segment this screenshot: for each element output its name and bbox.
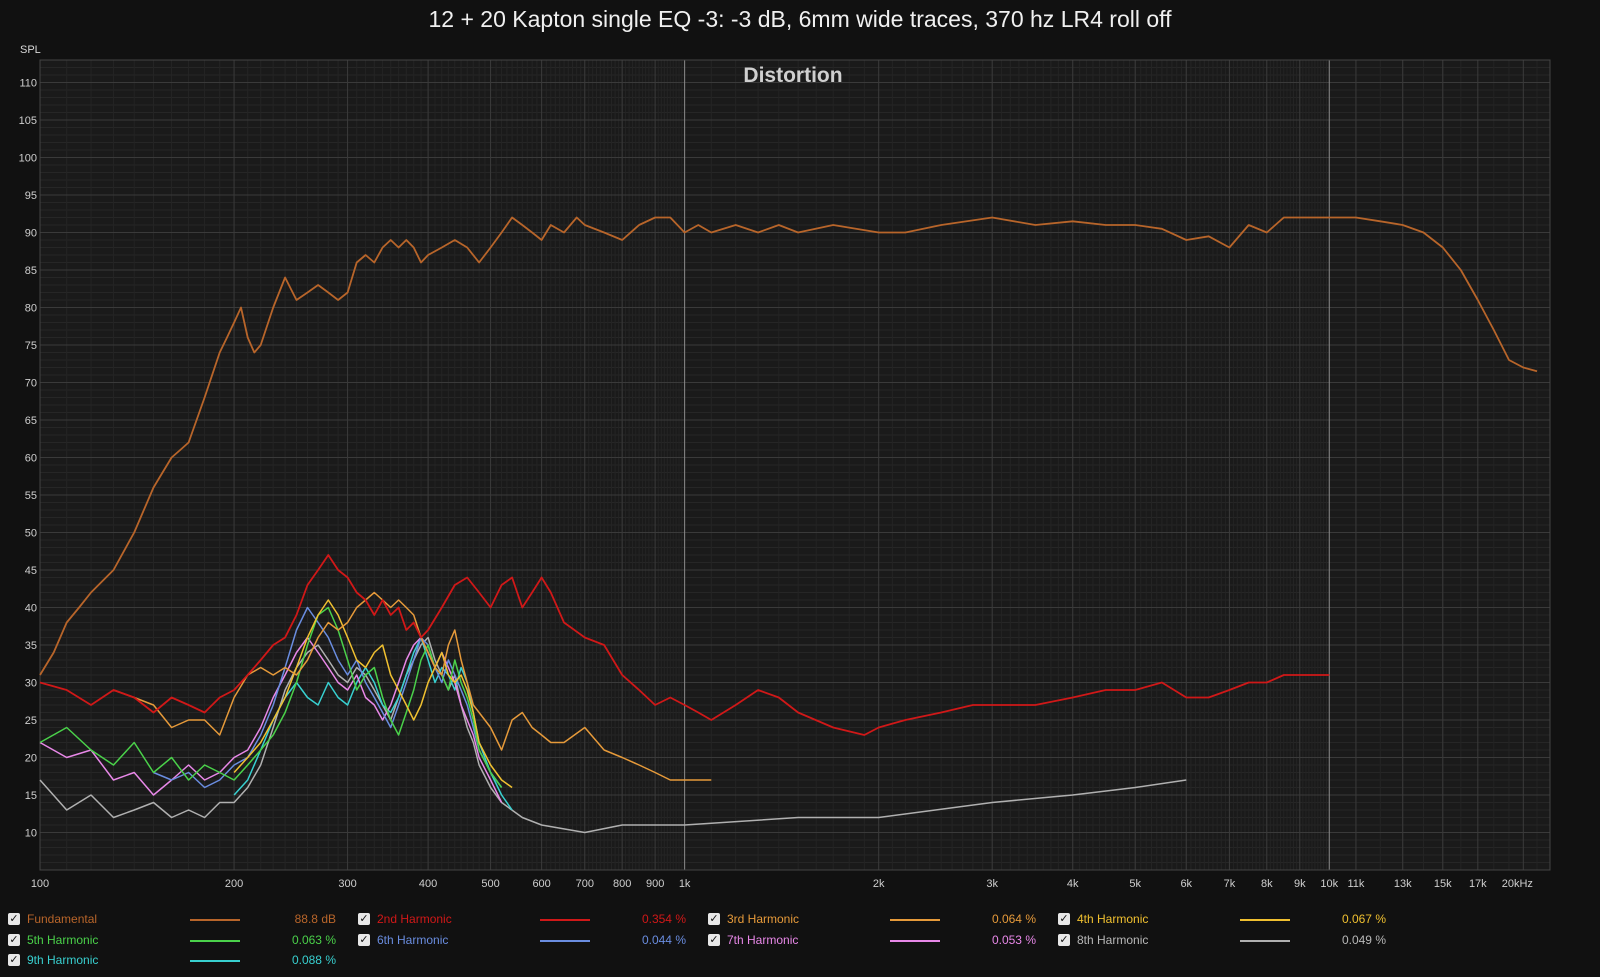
y-tick-label: 95	[25, 190, 37, 202]
legend-item-9th-harmonic[interactable]: ✓ 9th Harmonic 0.088 %	[8, 951, 348, 971]
checkbox-checked-icon[interactable]: ✓	[708, 933, 720, 946]
y-tick-label: 35	[25, 640, 37, 652]
x-tick-label: 1k	[679, 878, 691, 890]
checkbox-checked-icon[interactable]: ✓	[1058, 933, 1070, 946]
x-tick-label: 11k	[1347, 878, 1364, 890]
y-tick-label: 90	[25, 228, 37, 240]
legend-swatch	[540, 939, 590, 942]
legend-swatch	[190, 939, 240, 942]
y-tick-label: 60	[25, 453, 37, 465]
legend-label: Fundamental	[27, 912, 98, 926]
legend-value: 0.088 %	[291, 953, 336, 967]
legend-label: 7th Harmonic	[727, 932, 799, 947]
legend-item-5th-harmonic[interactable]: ✓ 5th Harmonic 0.063 %	[8, 931, 348, 951]
x-tick-label: 6k	[1180, 878, 1192, 890]
checkbox-checked-icon[interactable]: ✓	[358, 913, 370, 925]
y-tick-label: 110	[19, 78, 37, 90]
x-tick-label: 10k	[1320, 878, 1338, 890]
checkbox-checked-icon[interactable]: ✓	[8, 954, 20, 966]
y-tick-label: 10	[25, 828, 37, 840]
legend: ✓ Fundamental 88.8 dB ✓ 2nd Harmonic 0.354 % ✓…	[0, 910, 1600, 977]
legend-label: 6th Harmonic	[377, 932, 449, 947]
x-tick-label: 800	[613, 878, 631, 890]
legend-value: 0.354 %	[641, 912, 686, 926]
y-tick-labels: 10 15 20 25 30 35 40 45 50 55 60 65 70 75 80 85 90 95 100 1…	[19, 78, 37, 840]
checkbox-checked-icon[interactable]: ✓	[8, 913, 20, 925]
x-tick-label: 17k	[1469, 878, 1487, 890]
y-tick-label: 15	[25, 790, 37, 802]
legend-label: 8th Harmonic	[1077, 932, 1149, 947]
y-tick-label: 75	[25, 340, 37, 352]
x-tick-label: 15k	[1434, 878, 1452, 890]
x-tick-label: 400	[419, 878, 437, 890]
x-tick-label: 600	[532, 878, 550, 890]
y-tick-label: 85	[25, 265, 37, 277]
legend-value: 0.063 %	[291, 932, 336, 947]
checkbox-checked-icon[interactable]: ✓	[1058, 913, 1070, 925]
x-tick-label: 900	[646, 878, 664, 890]
x-tick-label: 9k	[1294, 878, 1306, 890]
y-tick-label: 30	[25, 678, 37, 690]
x-tick-label: 3k	[986, 878, 998, 890]
legend-swatch	[540, 919, 590, 921]
x-tick-label: 8k	[1261, 878, 1273, 890]
x-tick-label: 300	[338, 878, 356, 890]
legend-swatch	[1240, 939, 1290, 942]
legend-label: 2nd Harmonic	[377, 912, 452, 926]
y-tick-label: 45	[25, 565, 37, 577]
y-tick-label: 70	[25, 378, 37, 390]
legend-value: 0.053 %	[991, 932, 1036, 947]
y-tick-label: 65	[25, 415, 37, 427]
x-tick-label: 500	[481, 878, 499, 890]
checkbox-checked-icon[interactable]: ✓	[358, 933, 370, 946]
x-tick-label: 4k	[1067, 878, 1079, 890]
checkbox-checked-icon[interactable]: ✓	[708, 913, 720, 925]
y-tick-label: 80	[25, 303, 37, 315]
legend-swatch	[890, 939, 940, 942]
legend-label: 4th Harmonic	[1077, 912, 1149, 926]
legend-label: 9th Harmonic	[27, 953, 99, 967]
legend-swatch	[190, 960, 240, 962]
checkbox-checked-icon[interactable]: ✓	[8, 933, 20, 946]
x-tick-label: 5k	[1129, 878, 1141, 890]
legend-label: 5th Harmonic	[27, 932, 99, 947]
y-tick-label: 100	[19, 153, 37, 165]
distortion-chart: 1015202530354045505560657075808590951001…	[19, 44, 1551, 890]
legend-item-3rd-harmonic[interactable]: ✓ 3rd Harmonic 0.064 %	[708, 910, 1048, 930]
y-tick-label: 105	[19, 115, 37, 127]
x-tick-label: 20kHz	[1502, 878, 1533, 890]
legend-swatch	[890, 919, 940, 921]
legend-item-8th-harmonic[interactable]: ✓ 8th Harmonic 0.049 %	[1058, 931, 1398, 951]
y-axis-label: SPL	[20, 44, 41, 56]
x-tick-labels: 100 200 300 400 500 600 700 800 900 1k 2k 3k 4k 5k 6k 7…	[31, 878, 1533, 890]
y-tick-label: 50	[25, 528, 37, 540]
x-tick-label: 2k	[873, 878, 885, 890]
y-tick-label: 25	[25, 715, 37, 727]
y-tick-label: 20	[25, 753, 37, 765]
y-tick-label: 40	[25, 603, 37, 615]
legend-item-6th-harmonic[interactable]: ✓ 6th Harmonic 0.044 %	[358, 931, 698, 951]
legend-item-7th-harmonic[interactable]: ✓ 7th Harmonic 0.053 %	[708, 931, 1048, 951]
x-tick-label: 7k	[1224, 878, 1236, 890]
x-tick-label: 13k	[1394, 878, 1412, 890]
legend-value: 0.044 %	[641, 932, 686, 947]
x-tick-label: 200	[225, 878, 243, 890]
y-tick-label: 55	[25, 490, 37, 502]
legend-value: 0.067 %	[1341, 912, 1386, 926]
legend-value: 0.064 %	[991, 912, 1036, 926]
legend-value: 0.049 %	[1341, 932, 1386, 947]
legend-label: 3rd Harmonic	[727, 912, 800, 926]
chart-subtitle: Distortion	[743, 64, 842, 87]
x-tick-label: 700	[576, 878, 594, 890]
legend-item-4th-harmonic[interactable]: ✓ 4th Harmonic 0.067 %	[1058, 910, 1398, 930]
legend-item-fundamental[interactable]: ✓ Fundamental 88.8 dB	[8, 910, 348, 930]
legend-swatch	[1240, 919, 1290, 921]
x-tick-label: 100	[31, 878, 49, 890]
legend-item-2nd-harmonic[interactable]: ✓ 2nd Harmonic 0.354 %	[358, 910, 698, 930]
legend-swatch	[190, 919, 240, 921]
legend-value: 88.8 dB	[294, 912, 336, 926]
